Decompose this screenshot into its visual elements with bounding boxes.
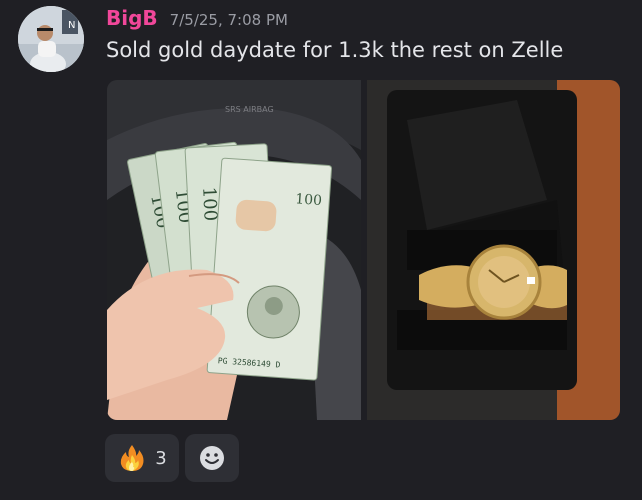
watch-photo-image xyxy=(367,80,620,420)
airbag-label: SRS AIRBAG xyxy=(225,105,274,114)
chat-message: N BigB 7/5/25, 7:08 PM Sold gold daydate… xyxy=(0,0,642,500)
image-attachments: SRS AIRBAG 100 100 100 100 PG 32586149 D xyxy=(107,80,620,420)
message-timestamp: 7/5/25, 7:08 PM xyxy=(169,11,288,29)
svg-text:N: N xyxy=(68,20,75,31)
message-header: BigB 7/5/25, 7:08 PM xyxy=(106,6,288,34)
attachment-cash-photo[interactable]: SRS AIRBAG 100 100 100 100 PG 32586149 D xyxy=(107,80,361,420)
add-reaction-button[interactable] xyxy=(185,434,239,482)
attachment-watch-photo[interactable] xyxy=(367,80,620,420)
fire-emoji-icon xyxy=(117,443,147,473)
user-avatar[interactable]: N xyxy=(18,6,84,72)
avatar-photo-icon: N xyxy=(18,6,84,72)
smiley-add-reaction-icon xyxy=(198,444,226,472)
message-content: Sold gold daydate for 1.3k the rest on Z… xyxy=(106,38,564,62)
bill-value-4: 100 xyxy=(295,191,323,209)
username[interactable]: BigB xyxy=(106,6,158,30)
reactions-bar: 3 xyxy=(105,434,239,482)
cash-photo-image: SRS AIRBAG 100 100 100 100 PG 32586149 D xyxy=(107,80,361,420)
reaction-fire[interactable]: 3 xyxy=(105,434,179,482)
reaction-count: 3 xyxy=(155,447,167,469)
